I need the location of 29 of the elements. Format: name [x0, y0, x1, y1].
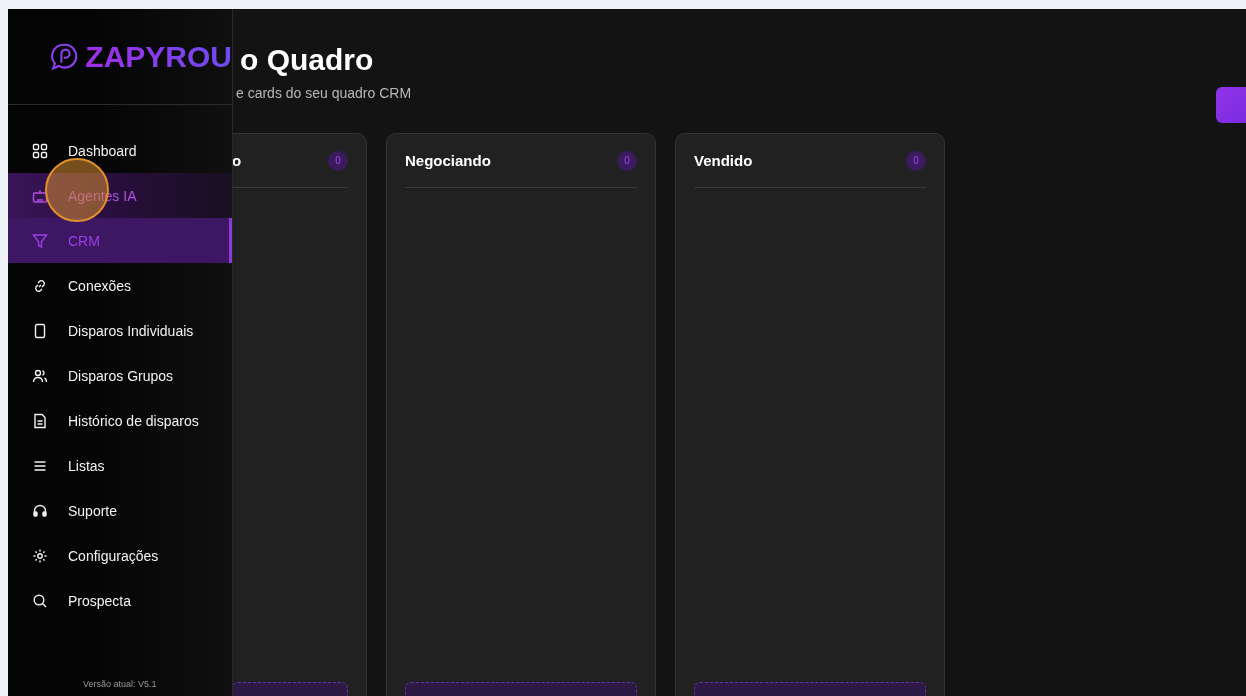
count-badge: 0	[328, 150, 348, 171]
users-icon	[32, 367, 48, 384]
sidebar-item[interactable]: Listas	[8, 443, 232, 488]
sidebar-item[interactable]: Configurações	[8, 533, 232, 578]
headset-icon	[32, 502, 48, 519]
robot-icon	[32, 187, 48, 204]
sidebar-item[interactable]: Disparos Grupos	[8, 353, 232, 398]
grid-icon	[32, 142, 48, 159]
funnel-icon	[32, 232, 48, 249]
column-title: o	[232, 152, 242, 169]
link-icon	[32, 277, 48, 294]
rectangle-icon	[32, 322, 48, 339]
count-badge: 0	[617, 150, 637, 171]
sidebar-item[interactable]: Conexões	[8, 263, 232, 308]
version-text: Versão atual: V5.1	[82, 679, 158, 689]
sidebar-item[interactable]: Suporte	[8, 488, 232, 533]
new-button[interactable]	[1216, 87, 1246, 123]
sidebar-item[interactable]: Histórico de disparos	[8, 398, 232, 443]
sidebar-item[interactable]: Prospecta	[8, 578, 232, 623]
sidebar-item[interactable]: Dashboard	[8, 128, 232, 173]
board-title: o Quadro	[240, 43, 375, 77]
board-subtitle: e cards do seu quadro CRM	[236, 85, 412, 101]
column-title: Negociando	[405, 152, 491, 169]
search-icon	[32, 592, 48, 609]
gear-icon	[32, 547, 48, 564]
column-title: Vendido	[694, 152, 753, 169]
sidebar-item[interactable]: Disparos Individuais	[8, 308, 232, 353]
count-badge: 0	[906, 150, 926, 171]
document-icon	[32, 412, 48, 429]
